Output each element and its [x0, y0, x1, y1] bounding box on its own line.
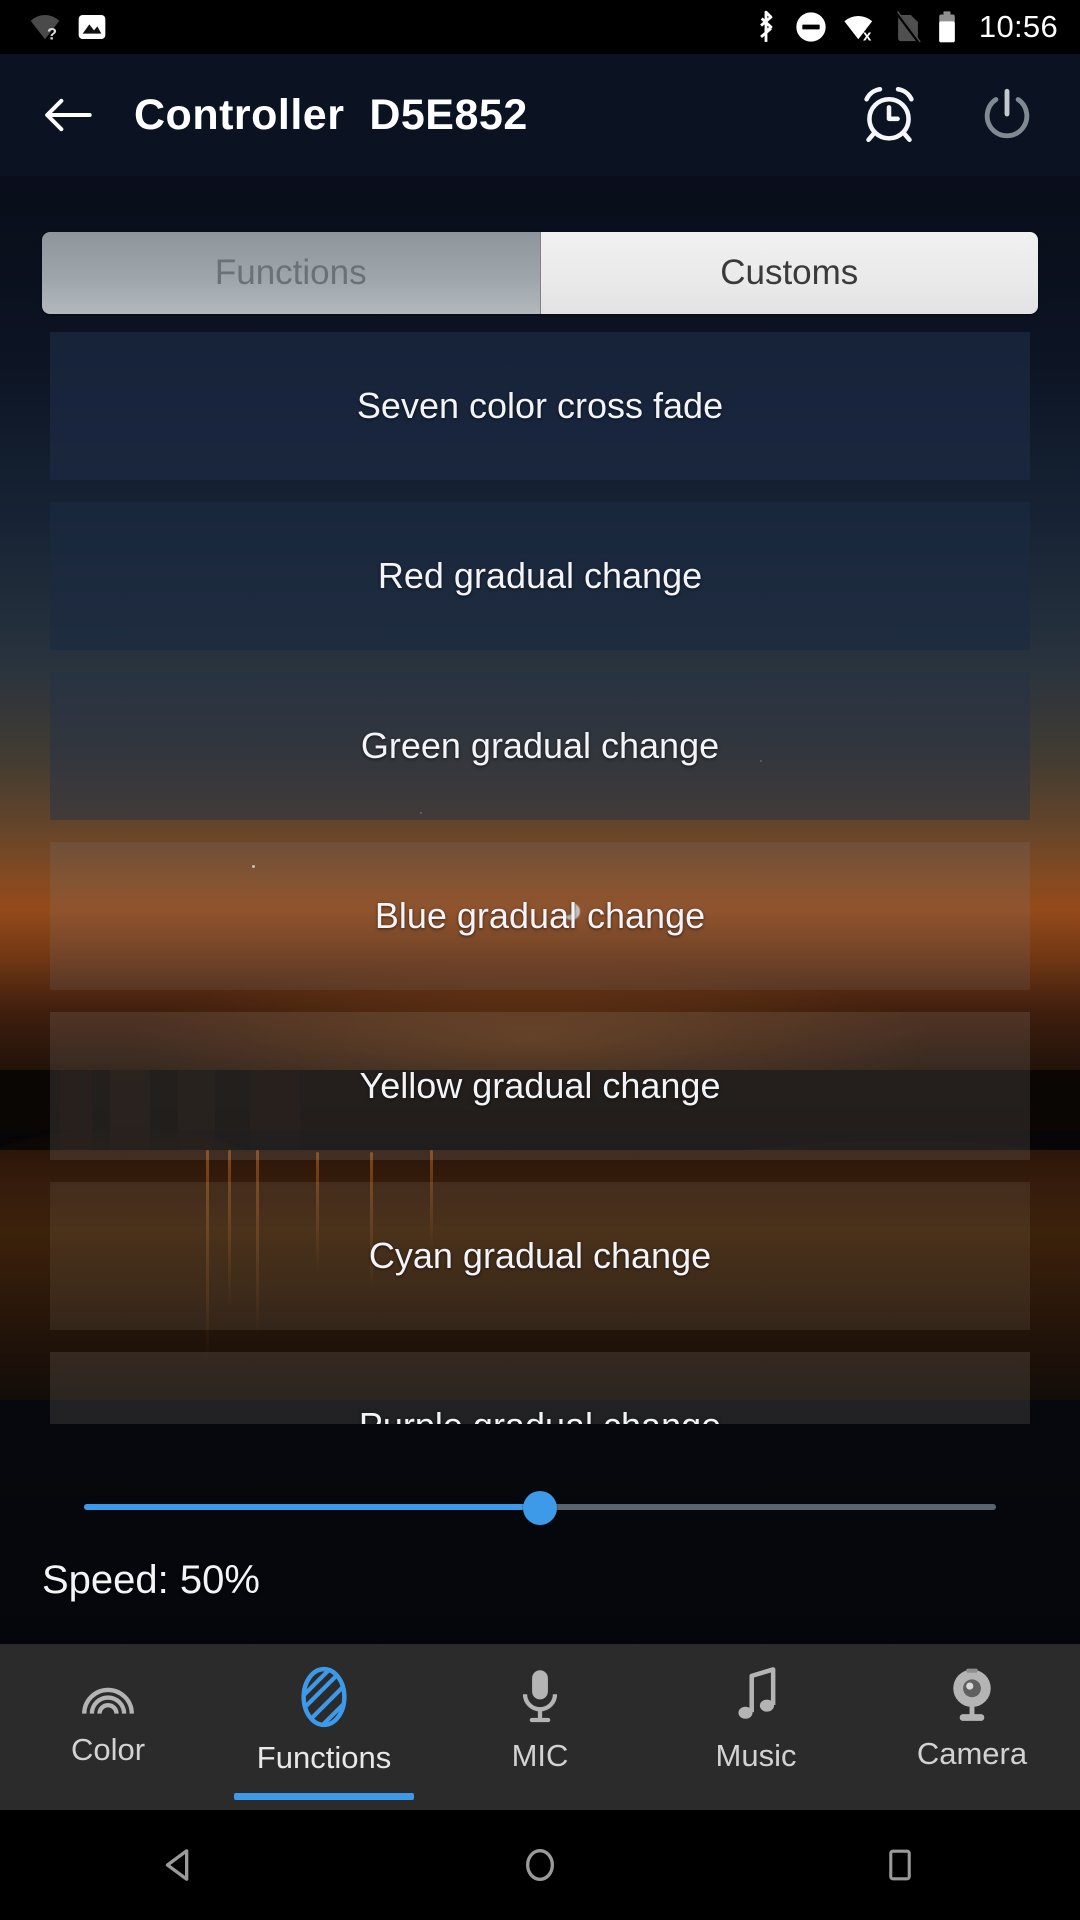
bottom-nav-label-functions: Functions: [256, 1740, 392, 1775]
webcam-icon: [944, 1666, 1000, 1724]
rainbow-icon: [77, 1666, 139, 1720]
status-bar: ? x 10:56: [0, 0, 1080, 54]
home-circle-icon: [520, 1843, 560, 1887]
recents-square-icon: [882, 1845, 918, 1885]
bottom-nav: Color Functions MIC Music Camera: [0, 1644, 1080, 1810]
bottom-nav-item-color[interactable]: Color: [0, 1644, 216, 1810]
tab-customs-label: Customs: [720, 253, 859, 292]
back-triangle-icon: [160, 1845, 200, 1885]
list-item[interactable]: Cyan gradual change: [50, 1182, 1030, 1330]
tab-functions-label: Functions: [214, 253, 367, 292]
tab-bar: Functions Customs: [42, 232, 1038, 314]
microphone-icon: [514, 1666, 566, 1726]
bottom-nav-active-indicator: [234, 1793, 414, 1800]
list-item-label: Blue gradual change: [374, 895, 706, 936]
list-item-label: Red gradual change: [377, 555, 703, 596]
bottom-nav-label-color: Color: [70, 1732, 146, 1767]
phone-screen: ? x 10:56 Controller D5E852 Functions Cu…: [0, 0, 1080, 1920]
list-item-label: Green gradual change: [360, 725, 720, 766]
back-arrow-icon: [43, 94, 93, 136]
svg-text:?: ?: [47, 25, 57, 42]
music-note-icon: [730, 1666, 782, 1726]
slider-track-fill: [84, 1504, 540, 1510]
power-button[interactable]: [972, 80, 1042, 150]
power-icon: [978, 86, 1036, 144]
bottom-nav-label-music: Music: [715, 1738, 797, 1773]
wifi-unknown-icon: ?: [28, 12, 62, 42]
sim-off-icon: [895, 10, 921, 44]
bottom-nav-item-music[interactable]: Music: [648, 1644, 864, 1810]
tab-customs[interactable]: Customs: [540, 232, 1038, 314]
alarm-clock-icon: [858, 84, 920, 146]
android-home-button[interactable]: [360, 1810, 720, 1920]
photo-icon: [76, 11, 108, 43]
list-item-label: Purple gradual change: [359, 1405, 721, 1424]
status-bar-clock: 10:56: [978, 9, 1058, 44]
status-bar-right: x 10:56: [753, 0, 1058, 54]
android-recents-button[interactable]: [720, 1810, 1080, 1920]
slider-thumb[interactable]: [523, 1491, 557, 1525]
page-title: Controller D5E852: [134, 90, 528, 139]
list-item[interactable]: Red gradual change: [50, 502, 1030, 650]
list-item-label: Yellow gradual change: [359, 1065, 721, 1106]
bluetooth-icon: [753, 10, 779, 44]
do-not-disturb-icon: [795, 11, 827, 43]
android-back-button[interactable]: [0, 1810, 360, 1920]
bottom-nav-item-camera[interactable]: Camera: [864, 1644, 1080, 1810]
list-item[interactable]: Yellow gradual change: [50, 1012, 1030, 1160]
svg-text:x: x: [863, 28, 872, 42]
back-button[interactable]: [38, 85, 98, 145]
list-item[interactable]: Seven color cross fade: [50, 332, 1030, 480]
list-item-label: Seven color cross fade: [356, 385, 724, 426]
bottom-nav-item-functions[interactable]: Functions: [216, 1644, 432, 1810]
speed-slider[interactable]: [0, 1448, 1080, 1568]
android-nav-bar: [0, 1810, 1080, 1920]
battery-icon: [937, 10, 957, 44]
striped-oval-icon: [296, 1666, 352, 1728]
list-item[interactable]: Blue gradual change: [50, 842, 1030, 990]
bottom-nav-label-camera: Camera: [916, 1736, 1028, 1771]
bottom-nav-item-mic[interactable]: MIC: [432, 1644, 648, 1810]
app-bar: Controller D5E852: [0, 54, 1080, 176]
alarm-button[interactable]: [854, 80, 924, 150]
effects-list[interactable]: Seven color cross fade Red gradual chang…: [50, 332, 1030, 1424]
wifi-off-icon: x: [843, 12, 879, 42]
list-item[interactable]: Green gradual change: [50, 672, 1030, 820]
speed-label: Speed: 50%: [42, 1558, 260, 1602]
tab-functions[interactable]: Functions: [42, 232, 541, 314]
bottom-nav-label-mic: MIC: [511, 1738, 569, 1773]
status-bar-left: ?: [28, 0, 108, 54]
list-item-label: Cyan gradual change: [368, 1235, 712, 1276]
list-item[interactable]: Purple gradual change: [50, 1352, 1030, 1424]
